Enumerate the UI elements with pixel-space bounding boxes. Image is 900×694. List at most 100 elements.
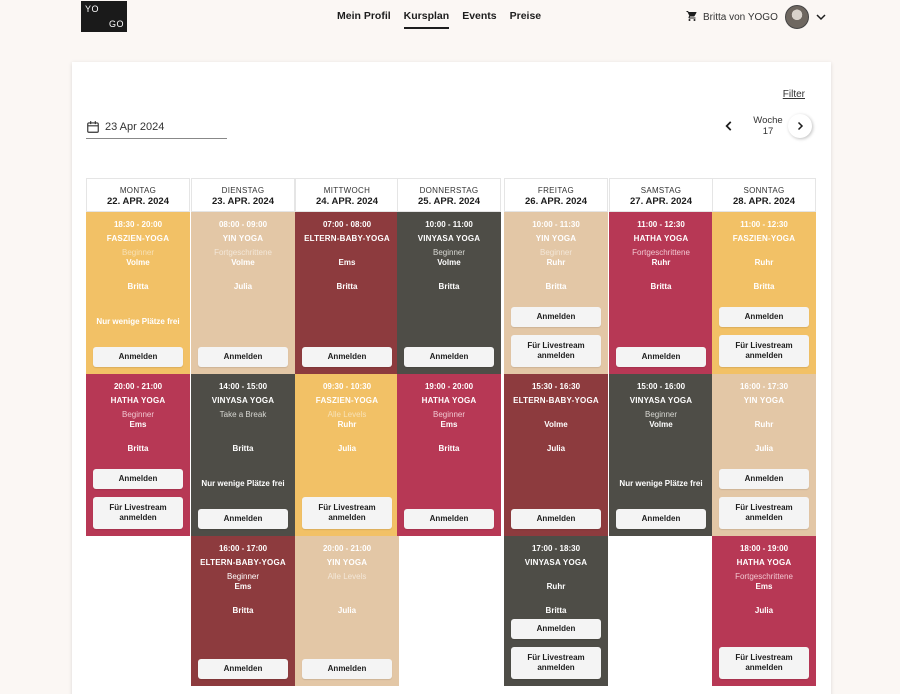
class-level: Alle Levels (327, 572, 367, 581)
signup-button[interactable]: Anmelden (93, 347, 183, 367)
user-menu[interactable]: Britta von YOGO (686, 5, 827, 29)
avatar[interactable] (784, 5, 809, 29)
class-time: 18:00 - 19:00 (739, 544, 789, 553)
class-teacher: Julia (754, 606, 774, 615)
class-teacher: Britta (127, 444, 149, 453)
day-header-mittwoch: MITTWOCH 24. APR. 2024 (295, 178, 399, 212)
class-level: Beginner (121, 410, 155, 419)
class-card[interactable]: 17:00 - 18:30 VINYASA YOGA Ruhr Britta Für L… (504, 536, 608, 686)
livestream-signup-button[interactable]: Für Livestream anmelden (93, 497, 183, 529)
class-level: Take a Break (219, 410, 267, 419)
signup-button[interactable]: Anmelden (198, 659, 288, 679)
class-card[interactable]: 19:00 - 20:00 HATHA YOGA Beginner Ems Britta… (397, 374, 501, 536)
class-name: VINYASA YOGA (417, 234, 481, 243)
class-level: Fortgeschrittene (735, 572, 793, 581)
signup-button[interactable]: Anmelden (719, 469, 809, 489)
class-location: Ruhr (651, 258, 671, 267)
nav-preise[interactable]: Preise (510, 10, 542, 29)
class-level (504, 572, 608, 582)
class-card[interactable]: 20:00 - 21:00 HATHA YOGA Beginner Ems Britta… (86, 374, 190, 536)
cart-icon[interactable] (686, 10, 698, 22)
class-time: 15:30 - 16:30 (531, 382, 581, 391)
class-card[interactable]: 11:00 - 12:30 FASZIEN-YOGA Ruhr Britta Für L… (712, 212, 816, 374)
livestream-signup-button[interactable]: Für Livestream anmelden (511, 335, 601, 367)
class-card[interactable]: 10:00 - 11:00 VINYASA YOGA Beginner Volme Br… (397, 212, 501, 374)
class-card[interactable]: 08:00 - 09:00 YIN YOGA Fortgeschrittene Vol… (191, 212, 295, 374)
signup-button[interactable]: Anmelden (93, 469, 183, 489)
logo-text-top: YO (85, 4, 100, 14)
livestream-signup-button[interactable]: Für Livestream anmelden (302, 497, 392, 529)
signup-button[interactable]: Anmelden (616, 509, 706, 529)
livestream-signup-button[interactable]: Für Livestream anmelden (511, 647, 601, 679)
livestream-signup-button[interactable]: Für Livestream anmelden (719, 647, 809, 679)
class-time: 20:00 - 21:00 (113, 382, 163, 391)
class-name: YIN YOGA (743, 396, 785, 405)
class-level: Beginner (226, 572, 260, 581)
class-level (712, 248, 816, 258)
signup-button[interactable]: Anmelden (198, 347, 288, 367)
class-card[interactable]: 16:00 - 17:30 YIN YOGA Ruhr Julia Für Livest… (712, 374, 816, 536)
day-name: DONNERSTAG (419, 186, 479, 195)
signup-button[interactable]: Anmelden (616, 347, 706, 367)
yogo-logo[interactable]: YO GO (81, 1, 127, 32)
class-card[interactable]: 18:00 - 19:00 HATHA YOGA Fortgeschrittene E… (712, 536, 816, 686)
day-header-dienstag: DIENSTAG 23. APR. 2024 (191, 178, 295, 212)
class-location (295, 582, 399, 593)
class-level: Beginner (644, 410, 678, 419)
day-name: FREITAG (537, 186, 575, 195)
schedule-card: Filter 23 Apr 2024 Woche 17 MONTAG 22. APR… (72, 62, 831, 694)
day-name: SONNTAG (743, 186, 785, 195)
class-location: Ems (129, 420, 147, 429)
class-card[interactable]: 11:00 - 12:30 HATHA YOGA Fortgeschrittene R… (609, 212, 713, 374)
class-location: Ruhr (754, 420, 774, 429)
class-card[interactable]: 09:30 - 10:30 FASZIEN-YOGA Alle Levels Ruhr… (295, 374, 399, 536)
class-teacher: Britta (336, 282, 358, 291)
class-time: 07:00 - 08:00 (322, 220, 372, 229)
class-teacher: Britta (753, 282, 775, 291)
signup-button[interactable]: Anmelden (511, 619, 601, 639)
class-card[interactable]: 07:00 - 08:00 ELTERN-BABY-YOGA Ems Britta An… (295, 212, 399, 374)
class-card[interactable]: 10:00 - 11:30 YIN YOGA Beginner Ruhr Britta F… (504, 212, 608, 374)
class-level: Beginner (121, 248, 155, 257)
chevron-down-icon[interactable] (815, 11, 827, 23)
class-time: 09:30 - 10:30 (322, 382, 372, 391)
class-card[interactable]: 18:30 - 20:00 FASZIEN-YOGA Beginner Volme Br… (86, 212, 190, 374)
class-card[interactable]: 15:00 - 16:00 VINYASA YOGA Beginner Volme An… (609, 374, 713, 536)
week-label: Woche 17 (748, 115, 788, 137)
signup-button[interactable]: Anmelden (302, 659, 392, 679)
class-location: Ems (440, 420, 458, 429)
signup-button[interactable]: Anmelden (719, 307, 809, 327)
livestream-signup-button[interactable]: Für Livestream anmelden (719, 497, 809, 529)
class-card[interactable]: 20:00 - 21:00 YIN YOGA Alle Levels Julia Anm… (295, 536, 399, 686)
class-location: Volme (126, 258, 150, 267)
next-week-button[interactable] (788, 114, 812, 138)
nav-events[interactable]: Events (462, 10, 496, 29)
day-header-sonntag: SONNTAG 28. APR. 2024 (712, 178, 816, 212)
signup-button[interactable]: Anmelden (511, 509, 601, 529)
nav-mein-profil[interactable]: Mein Profil (337, 10, 391, 29)
signup-button[interactable]: Anmelden (198, 509, 288, 529)
class-name: ELTERN-BABY-YOGA (513, 396, 599, 405)
signup-button[interactable]: Anmelden (404, 347, 494, 367)
class-name: HATHA YOGA (110, 396, 166, 405)
class-name: ELTERN-BABY-YOGA (304, 234, 390, 243)
day-name: DIENSTAG (221, 186, 265, 195)
livestream-signup-button[interactable]: Für Livestream anmelden (719, 335, 809, 367)
day-date: 27. APR. 2024 (630, 196, 692, 207)
signup-button[interactable]: Anmelden (302, 347, 392, 367)
class-teacher: Britta (438, 444, 460, 453)
signup-button[interactable]: Anmelden (404, 509, 494, 529)
class-level: Fortgeschrittene (632, 248, 690, 257)
day-date: 25. APR. 2024 (418, 196, 480, 207)
class-card[interactable]: 14:00 - 15:00 VINYASA YOGA Take a Break Bri… (191, 374, 295, 536)
signup-button[interactable]: Anmelden (511, 307, 601, 327)
date-picker[interactable]: 23 Apr 2024 (86, 120, 227, 139)
class-card[interactable]: 16:00 - 17:00 ELTERN-BABY-YOGA Beginner Ems… (191, 536, 295, 686)
class-card[interactable]: 15:30 - 16:30 ELTERN-BABY-YOGA Volme Julia A… (504, 374, 608, 536)
nav-kursplan[interactable]: Kursplan (403, 10, 450, 29)
day-date: 26. APR. 2024 (525, 196, 587, 207)
class-teacher: Britta (545, 606, 567, 615)
filter-link[interactable]: Filter (783, 89, 805, 100)
chevron-left-icon[interactable] (722, 119, 736, 133)
class-time: 10:00 - 11:00 (425, 220, 473, 229)
